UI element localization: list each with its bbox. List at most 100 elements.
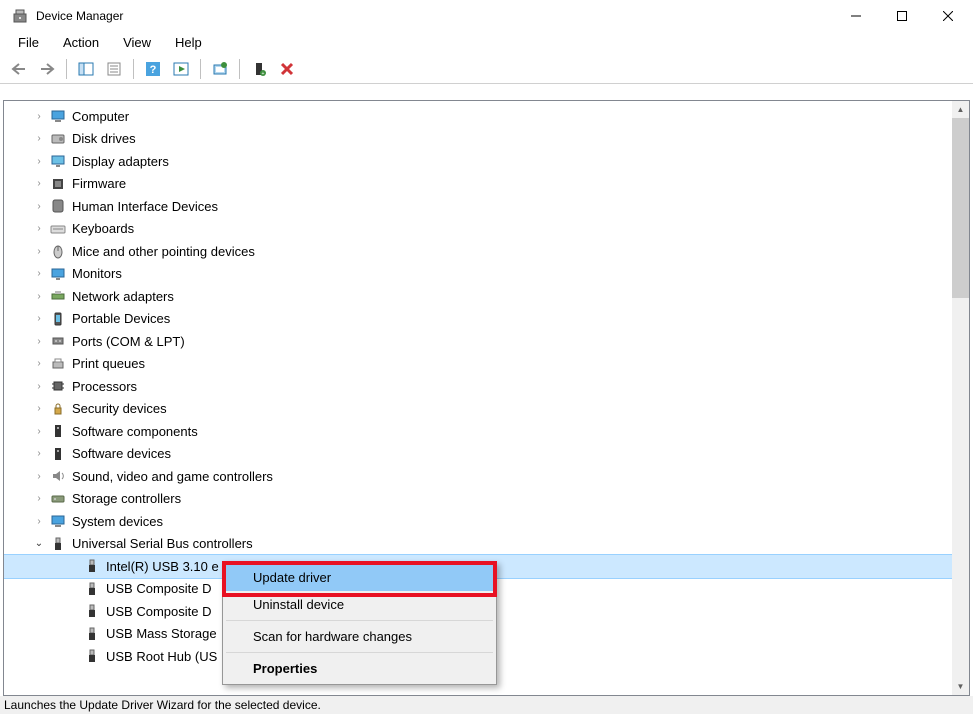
maximize-button[interactable] xyxy=(879,0,925,32)
menu-separator xyxy=(226,652,493,653)
context-menu-item[interactable]: Scan for hardware changes xyxy=(225,623,494,650)
category-label: Ports (COM & LPT) xyxy=(72,334,185,349)
context-menu-item[interactable]: Properties xyxy=(225,655,494,682)
usb-icon xyxy=(50,536,66,552)
tree-category[interactable]: ›Portable Devices xyxy=(4,308,952,331)
device-category-icon xyxy=(50,446,66,462)
tree-category[interactable]: › Software components xyxy=(4,420,952,443)
tree-category[interactable]: › Keyboards xyxy=(4,218,952,241)
category-label: Processors xyxy=(72,379,137,394)
tree-category[interactable]: › Monitors xyxy=(4,263,952,286)
chevron-right-icon[interactable]: › xyxy=(32,379,46,393)
chevron-right-icon[interactable]: › xyxy=(32,132,46,146)
device-category-icon xyxy=(50,468,66,484)
menu-file[interactable]: File xyxy=(8,33,49,52)
menu-separator xyxy=(226,620,493,621)
device-category-icon xyxy=(50,108,66,124)
forward-button[interactable] xyxy=(34,57,60,81)
tree-category[interactable]: ›Network adapters xyxy=(4,285,952,308)
context-menu-item[interactable]: Uninstall device xyxy=(225,591,494,618)
usb-device-icon xyxy=(84,603,100,619)
tree-category[interactable]: › Processors xyxy=(4,375,952,398)
scroll-up-icon[interactable]: ▲ xyxy=(952,101,969,118)
chevron-right-icon[interactable]: › xyxy=(32,334,46,348)
tree-category[interactable]: › Ports (COM & LPT) xyxy=(4,330,952,353)
help-button[interactable]: ? xyxy=(140,57,166,81)
svg-text:+: + xyxy=(262,71,265,77)
tree-category[interactable]: ›System devices xyxy=(4,510,952,533)
vertical-scrollbar[interactable]: ▲ ▼ xyxy=(952,101,969,695)
device-category-icon xyxy=(50,513,66,529)
device-label: USB Composite D xyxy=(106,604,211,619)
tree-category-usb[interactable]: ⌄Universal Serial Bus controllers xyxy=(4,533,952,556)
tree-category[interactable]: ›Disk drives xyxy=(4,128,952,151)
scroll-thumb[interactable] xyxy=(952,118,969,298)
chevron-right-icon[interactable]: › xyxy=(32,244,46,258)
menu-action[interactable]: Action xyxy=(53,33,109,52)
usb-device-icon xyxy=(84,558,100,574)
device-category-icon xyxy=(50,131,66,147)
category-label: Keyboards xyxy=(72,221,134,236)
chevron-right-icon[interactable]: › xyxy=(32,424,46,438)
device-category-icon xyxy=(50,288,66,304)
scan-hardware-toolbar-button[interactable]: + xyxy=(246,57,272,81)
tree-category[interactable]: › Firmware xyxy=(4,173,952,196)
category-label: Software devices xyxy=(72,446,171,461)
tree-category[interactable]: › Software devices xyxy=(4,443,952,466)
update-driver-toolbar-button[interactable] xyxy=(207,57,233,81)
tree-category[interactable]: › Sound, video and game controllers xyxy=(4,465,952,488)
device-category-icon xyxy=(50,243,66,259)
context-menu-item[interactable]: Update driver xyxy=(225,564,494,591)
properties-toolbar-button[interactable] xyxy=(101,57,127,81)
chevron-right-icon[interactable]: › xyxy=(32,199,46,213)
device-category-icon xyxy=(50,333,66,349)
chevron-down-icon[interactable]: ⌄ xyxy=(32,537,46,551)
tree-category[interactable]: ›Human Interface Devices xyxy=(4,195,952,218)
tree-category[interactable]: › Display adapters xyxy=(4,150,952,173)
chevron-right-icon[interactable]: › xyxy=(32,222,46,236)
usb-device-icon xyxy=(84,626,100,642)
device-category-icon xyxy=(50,491,66,507)
tree-category[interactable]: › Security devices xyxy=(4,398,952,421)
close-button[interactable] xyxy=(925,0,971,32)
scroll-down-icon[interactable]: ▼ xyxy=(952,678,969,695)
chevron-right-icon[interactable]: › xyxy=(32,154,46,168)
category-label: Display adapters xyxy=(72,154,169,169)
category-label: Software components xyxy=(72,424,198,439)
tree-category[interactable]: ›Computer xyxy=(4,105,952,128)
chevron-right-icon[interactable]: › xyxy=(32,312,46,326)
chevron-right-icon[interactable]: › xyxy=(32,109,46,123)
show-hide-tree-button[interactable] xyxy=(73,57,99,81)
category-label: Storage controllers xyxy=(72,491,181,506)
category-label: Sound, video and game controllers xyxy=(72,469,273,484)
chevron-right-icon[interactable]: › xyxy=(32,447,46,461)
chevron-right-icon[interactable]: › xyxy=(32,289,46,303)
chevron-right-icon[interactable]: › xyxy=(32,514,46,528)
back-button[interactable] xyxy=(6,57,32,81)
tree-category[interactable]: › Storage controllers xyxy=(4,488,952,511)
chevron-right-icon[interactable]: › xyxy=(32,492,46,506)
menu-help[interactable]: Help xyxy=(165,33,212,52)
tree-category[interactable]: ›Print queues xyxy=(4,353,952,376)
chevron-right-icon[interactable]: › xyxy=(32,357,46,371)
chevron-right-icon[interactable]: › xyxy=(32,177,46,191)
category-label: Security devices xyxy=(72,401,167,416)
device-label: Intel(R) USB 3.10 e xyxy=(106,559,219,574)
status-text: Launches the Update Driver Wizard for th… xyxy=(4,698,321,712)
chevron-right-icon[interactable]: › xyxy=(32,402,46,416)
chevron-right-icon[interactable]: › xyxy=(32,267,46,281)
category-label: Monitors xyxy=(72,266,122,281)
chevron-right-icon[interactable]: › xyxy=(32,469,46,483)
minimize-button[interactable] xyxy=(833,0,879,32)
menu-view[interactable]: View xyxy=(113,33,161,52)
app-icon xyxy=(12,8,28,24)
device-category-icon xyxy=(50,176,66,192)
category-label: Mice and other pointing devices xyxy=(72,244,255,259)
usb-device-icon xyxy=(84,648,100,664)
category-label: Firmware xyxy=(72,176,126,191)
device-category-icon xyxy=(50,198,66,214)
tree-category[interactable]: › Mice and other pointing devices xyxy=(4,240,952,263)
uninstall-toolbar-button[interactable] xyxy=(274,57,300,81)
action-toolbar-button[interactable] xyxy=(168,57,194,81)
menubar: File Action View Help xyxy=(0,32,973,54)
